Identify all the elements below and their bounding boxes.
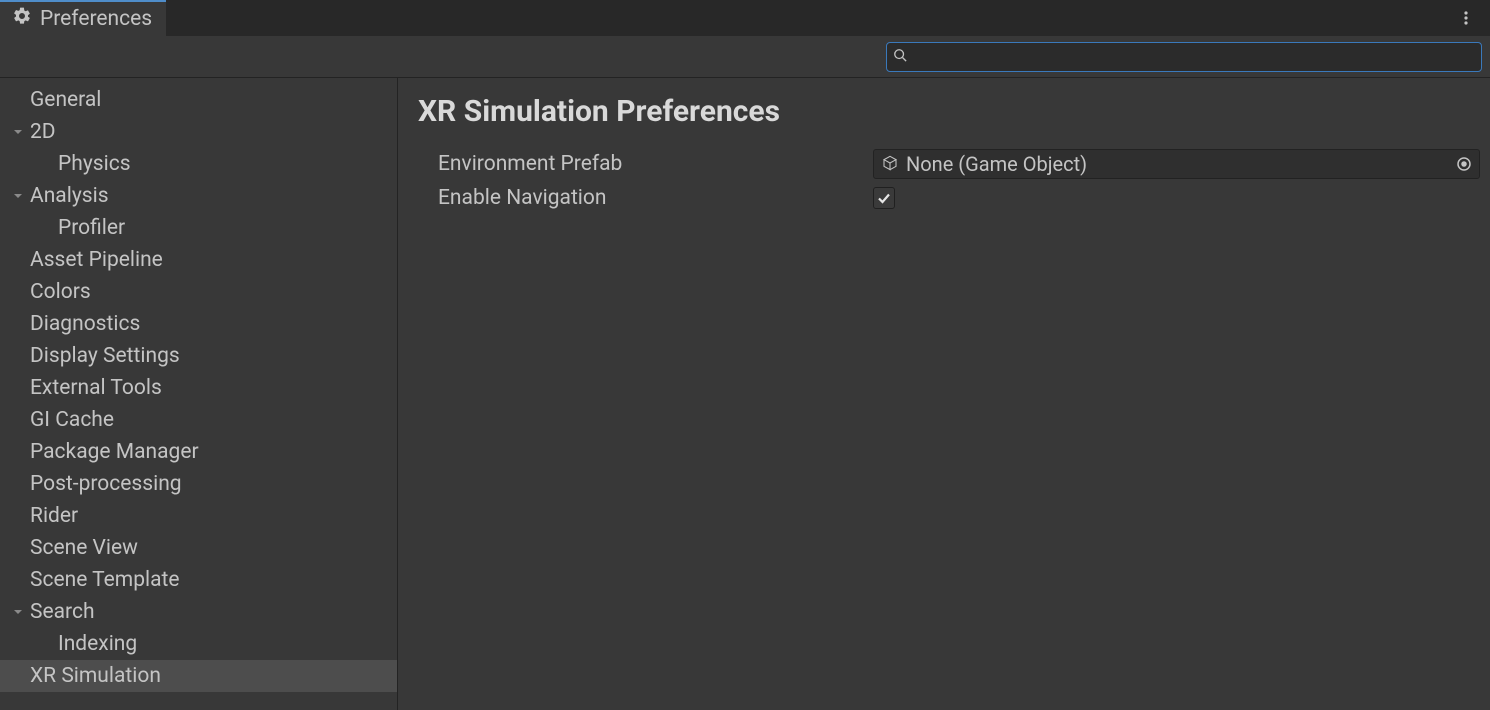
sidebar-item-analysis[interactable]: Analysis (0, 180, 397, 212)
search-icon (893, 47, 907, 66)
property-label: Enable Navigation (418, 186, 873, 210)
chevron-down-icon (12, 126, 24, 138)
sidebar-item-general[interactable]: General (0, 84, 397, 116)
sidebar-item-search[interactable]: Search (0, 596, 397, 628)
sidebar-item-label: GI Cache (30, 408, 114, 432)
property-enable-navigation: Enable Navigation (418, 181, 1480, 215)
sidebar-item-label: Rider (30, 504, 78, 528)
sidebar-item-label: Display Settings (30, 344, 180, 368)
sidebar-item-external-tools[interactable]: External Tools (0, 372, 397, 404)
expand-arrow[interactable] (6, 126, 30, 138)
sidebar-item-label: Physics (58, 152, 131, 176)
sidebar-item-label: Post-processing (30, 472, 182, 496)
toolbar (0, 36, 1490, 78)
preferences-category-list: General 2DPhysics Analysis Profiler Asset Pi… (0, 78, 398, 710)
sidebar-item-profiler[interactable]: Profiler (0, 212, 397, 244)
checkmark-icon (876, 190, 892, 206)
sidebar-item-label: External Tools (30, 376, 162, 400)
property-label: Environment Prefab (418, 152, 873, 176)
target-icon (1456, 156, 1472, 172)
sidebar-item-colors[interactable]: Colors (0, 276, 397, 308)
expand-arrow[interactable] (6, 606, 30, 618)
sidebar-item-scene-template[interactable]: Scene Template (0, 564, 397, 596)
sidebar-item-label: Package Manager (30, 440, 199, 464)
sidebar-item-asset-pipeline[interactable]: Asset Pipeline (0, 244, 397, 276)
sidebar-item-label: Scene View (30, 536, 138, 560)
preferences-panel: XR Simulation Preferences Environment Pr… (398, 78, 1490, 710)
preferences-tab[interactable]: Preferences (0, 0, 166, 36)
enable-navigation-checkbox[interactable] (873, 187, 895, 209)
sidebar-item-post-processing[interactable]: Post-processing (0, 468, 397, 500)
sidebar-item-physics[interactable]: Physics (0, 148, 397, 180)
window-menu-button[interactable] (1454, 6, 1478, 30)
sidebar-item-2d[interactable]: 2D (0, 116, 397, 148)
sidebar-item-gi-cache[interactable]: GI Cache (0, 404, 397, 436)
sidebar-item-diagnostics[interactable]: Diagnostics (0, 308, 397, 340)
titlebar: Preferences (0, 0, 1490, 36)
search-box[interactable] (886, 42, 1482, 72)
sidebar-item-rider[interactable]: Rider (0, 500, 397, 532)
sidebar-item-scene-view[interactable]: Scene View (0, 532, 397, 564)
object-field-value: None (Game Object) (906, 152, 1445, 176)
gear-icon (12, 6, 32, 32)
object-picker-button[interactable] (1453, 153, 1475, 175)
sidebar-item-package-manager[interactable]: Package Manager (0, 436, 397, 468)
property-environment-prefab: Environment Prefab None (Game Object) (418, 147, 1480, 181)
sidebar-item-display-settings[interactable]: Display Settings (0, 340, 397, 372)
tab-title: Preferences (40, 7, 152, 31)
content-area: General 2DPhysics Analysis Profiler Asset Pi… (0, 78, 1490, 710)
sidebar-item-label: Analysis (30, 184, 109, 208)
sidebar-item-label: Diagnostics (30, 312, 140, 336)
sidebar-item-label: Scene Template (30, 568, 180, 592)
sidebar-item-indexing[interactable]: Indexing (0, 628, 397, 660)
sidebar-item-label: XR Simulation (30, 664, 161, 688)
cube-icon (882, 152, 898, 176)
sidebar-item-label: General (30, 88, 101, 112)
sidebar-item-label: Search (30, 600, 95, 624)
sidebar-item-label: Asset Pipeline (30, 248, 163, 272)
kebab-icon (1458, 10, 1474, 26)
sidebar-item-label: Colors (30, 280, 91, 304)
environment-prefab-field[interactable]: None (Game Object) (873, 149, 1480, 179)
sidebar-item-label: Indexing (58, 632, 137, 656)
page-title: XR Simulation Preferences (418, 94, 1480, 129)
sidebar-item-xr-simulation[interactable]: XR Simulation (0, 660, 397, 692)
chevron-down-icon (12, 190, 24, 202)
search-input[interactable] (911, 46, 1475, 67)
chevron-down-icon (12, 606, 24, 618)
sidebar-item-label: Profiler (58, 216, 125, 240)
expand-arrow[interactable] (6, 190, 30, 202)
sidebar-item-label: 2D (30, 120, 56, 144)
